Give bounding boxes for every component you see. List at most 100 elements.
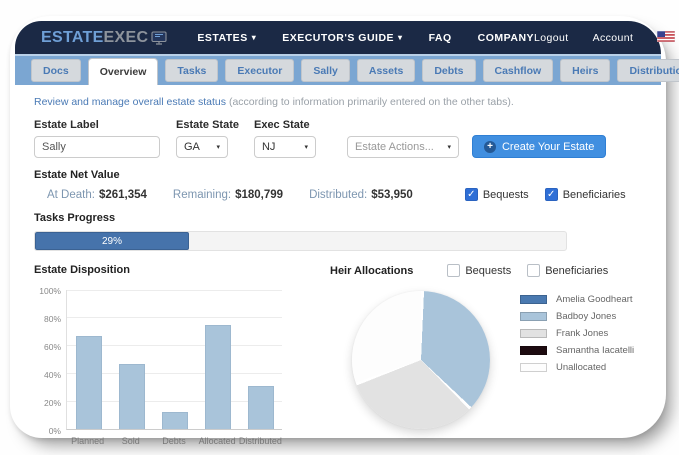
tab-sally[interactable]: Sally bbox=[301, 59, 350, 82]
tab-assets[interactable]: Assets bbox=[357, 59, 415, 82]
y-tick-label: 100% bbox=[34, 286, 61, 296]
x-tick-label: Allocated bbox=[196, 436, 239, 446]
pie-legend: Amelia Goodheart Badboy Jones Frank Jones S… bbox=[520, 294, 634, 429]
nav-link-logout[interactable]: Logout bbox=[534, 32, 569, 44]
page-background: { "colors": { "navbar_bg": "#1b2945", "t… bbox=[0, 0, 679, 449]
checkbox-label: Beneficiaries bbox=[545, 265, 608, 277]
stat-at-death: At Death: $261,354 bbox=[47, 189, 147, 201]
bar-column bbox=[67, 290, 110, 429]
exec-state-group: Exec State NJ ▾ bbox=[254, 119, 316, 158]
legend-label: Frank Jones bbox=[556, 328, 608, 339]
estate-form-row: Estate Label Estate State GA ▾ Exec Stat… bbox=[34, 119, 643, 158]
nav-item-faq[interactable]: FAQ bbox=[429, 32, 452, 44]
intro-highlight: Review and manage overall estate status bbox=[34, 96, 226, 108]
checkbox-beneficiaries[interactable]: Beneficiaries bbox=[527, 264, 608, 277]
y-tick-label: 80% bbox=[34, 314, 61, 324]
bar-distributed bbox=[248, 386, 274, 429]
overview-content: Review and manage overall estate status … bbox=[15, 85, 661, 455]
bar-chart-x-axis: PlannedSoldDebtsAllocatedDistributed bbox=[66, 436, 282, 446]
checkbox-bequests[interactable]: Bequests bbox=[447, 264, 511, 277]
estate-state-value: GA bbox=[184, 141, 200, 153]
chevron-down-icon: ▾ bbox=[216, 143, 220, 151]
checkbox-beneficiaries[interactable]: ✓Beneficiaries bbox=[545, 188, 626, 201]
x-tick-label: Debts bbox=[152, 436, 195, 446]
pie-row: Amelia Goodheart Badboy Jones Frank Jones S… bbox=[330, 291, 643, 429]
nav-item-company[interactable]: COMPANY bbox=[478, 32, 534, 44]
legend-item-unallocated: Unallocated bbox=[520, 362, 634, 373]
legend-label: Amelia Goodheart bbox=[556, 294, 633, 305]
chevron-down-icon: ▾ bbox=[304, 143, 308, 151]
legend-swatch bbox=[520, 329, 547, 338]
nav-right: Logout Account bbox=[534, 29, 675, 47]
estateexec-logo[interactable]: ESTATEEXEC bbox=[41, 29, 167, 47]
legend-item-badboy-jones: Badboy Jones bbox=[520, 311, 634, 322]
tab-executor[interactable]: Executor bbox=[225, 59, 294, 82]
tab-tasks[interactable]: Tasks bbox=[165, 59, 218, 82]
legend-label: Badboy Jones bbox=[556, 311, 616, 322]
tab-bar: Docs Overview Tasks Executor Sally Assets Debt… bbox=[15, 54, 661, 85]
tab-cashflow[interactable]: Cashflow bbox=[483, 59, 554, 82]
x-tick-label: Planned bbox=[66, 436, 109, 446]
logo-text-estate: ESTATE bbox=[41, 29, 104, 47]
logo-text-exec: EXEC bbox=[104, 29, 149, 47]
stat-remaining: Remaining:$180,799 bbox=[173, 189, 283, 201]
estate-label-input[interactable] bbox=[34, 136, 160, 158]
chevron-down-icon: ▾ bbox=[252, 34, 257, 42]
tab-overview[interactable]: Overview bbox=[88, 58, 159, 85]
stat-value: $53,950 bbox=[371, 189, 413, 201]
checkbox-unchecked-icon bbox=[527, 264, 540, 277]
bar-column bbox=[239, 290, 282, 429]
bar-chart-bars bbox=[67, 290, 282, 429]
stat-label: Distributed: bbox=[309, 189, 367, 201]
bar-debts bbox=[162, 412, 188, 429]
nav-item-label: COMPANY bbox=[478, 32, 534, 44]
create-your-estate-button[interactable]: + Create Your Estate bbox=[472, 135, 606, 158]
x-tick-label: Sold bbox=[109, 436, 152, 446]
nav-item-label: FAQ bbox=[429, 32, 452, 44]
nav-right-links: Logout Account bbox=[534, 32, 633, 44]
estate-state-select[interactable]: GA ▾ bbox=[176, 136, 228, 158]
legend-item-amelia-goodheart: Amelia Goodheart bbox=[520, 294, 634, 305]
intro-text: Review and manage overall estate status … bbox=[34, 96, 643, 108]
top-navbar: ESTATEEXEC ESTATES▾ EXECUTOR'S GUIDE▾ FAQ C… bbox=[15, 21, 661, 54]
bar-chart: 0%20%40%60%80%100% PlannedSoldDebtsAlloc… bbox=[34, 290, 306, 455]
y-tick-label: 20% bbox=[34, 398, 61, 408]
tab-docs[interactable]: Docs bbox=[31, 59, 81, 82]
tab-debts[interactable]: Debts bbox=[422, 59, 475, 82]
net-value-stats: At Death: $261,354 Remaining:$180,799 Distr… bbox=[47, 189, 439, 201]
exec-state-value: NJ bbox=[262, 141, 275, 153]
bar-chart-plot bbox=[66, 290, 282, 430]
exec-state-select[interactable]: NJ ▾ bbox=[254, 136, 316, 158]
tab-heirs[interactable]: Heirs bbox=[560, 59, 610, 82]
x-tick-label: Distributed bbox=[239, 436, 282, 446]
nav-menu: ESTATES▾ EXECUTOR'S GUIDE▾ FAQ COMPANY bbox=[197, 32, 534, 44]
stat-label: At Death: bbox=[47, 189, 95, 201]
estate-state-label: Estate State bbox=[176, 119, 239, 131]
charts-section: Estate Disposition 0%20%40%60%80%100% Pl… bbox=[34, 264, 643, 455]
stat-value: $261,354 bbox=[99, 189, 147, 201]
legend-item-samantha-iacatelli: Samantha Iacatelli bbox=[520, 345, 634, 356]
nav-item-estates[interactable]: ESTATES▾ bbox=[197, 32, 256, 44]
y-tick-label: 60% bbox=[34, 342, 61, 352]
nav-link-account[interactable]: Account bbox=[593, 32, 634, 44]
tab-distributions[interactable]: Distributions bbox=[617, 59, 679, 82]
estate-net-value-title: Estate Net Value bbox=[34, 169, 643, 181]
tasks-progress-fill: 29% bbox=[35, 232, 189, 250]
stat-distributed: Distributed: $53,950 bbox=[309, 189, 413, 201]
estate-actions-select[interactable]: Estate Actions... ▾ bbox=[347, 136, 459, 158]
heir-allocations-title: Heir Allocations bbox=[330, 265, 413, 277]
bar-planned bbox=[76, 336, 102, 429]
tabs-container: Docs Overview Tasks Executor Sally Assets Debt… bbox=[31, 56, 679, 85]
legend-swatch bbox=[520, 363, 547, 372]
legend-swatch bbox=[520, 295, 547, 304]
nav-item-executor-s-guide[interactable]: EXECUTOR'S GUIDE▾ bbox=[282, 32, 402, 44]
estate-actions-group: Estate Actions... ▾ bbox=[347, 119, 459, 158]
create-your-estate-label: Create Your Estate bbox=[502, 141, 594, 153]
estate-disposition-title: Estate Disposition bbox=[34, 264, 306, 276]
exec-state-label: Exec State bbox=[254, 119, 316, 131]
checkbox-bequests[interactable]: ✓Bequests bbox=[465, 188, 529, 201]
us-flag-icon[interactable] bbox=[657, 29, 675, 47]
bar-column bbox=[110, 290, 153, 429]
estate-disposition-chart: Estate Disposition 0%20%40%60%80%100% Pl… bbox=[34, 264, 306, 455]
chevron-down-icon: ▾ bbox=[447, 143, 451, 151]
